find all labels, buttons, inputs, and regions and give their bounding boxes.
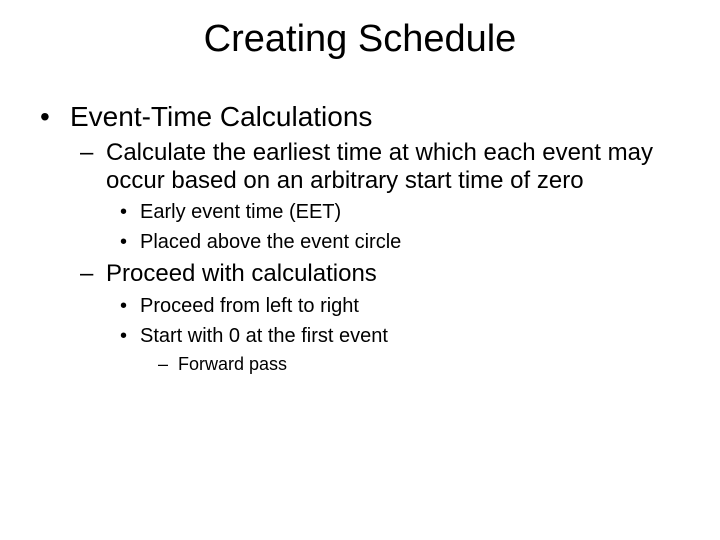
list-item: Event-Time Calculations — [0, 101, 720, 133]
list-item: Start with 0 at the first event — [0, 324, 720, 348]
list-item: Placed above the event circle — [0, 230, 720, 254]
list-item: Forward pass — [0, 354, 720, 376]
bullet-list: Event-Time Calculations Calculate the ea… — [0, 101, 720, 376]
slide-title: Creating Schedule — [0, 0, 720, 71]
slide: Creating Schedule Event-Time Calculation… — [0, 0, 720, 540]
list-item: Proceed with calculations — [0, 260, 720, 288]
list-item: Proceed from left to right — [0, 294, 720, 318]
list-item: Early event time (EET) — [0, 200, 720, 224]
list-item: Calculate the earliest time at which eac… — [0, 139, 720, 194]
